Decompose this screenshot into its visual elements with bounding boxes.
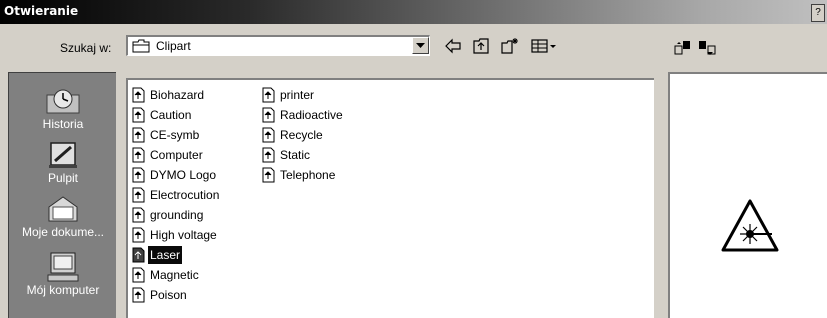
clipart-file-icon [132,167,145,183]
place-label: Historia [42,117,84,131]
place-history[interactable]: Historia [9,85,117,131]
clipart-file-icon [132,187,145,203]
folder-icon [132,39,150,53]
file-item-high-voltage[interactable]: High voltage [130,226,219,244]
preview-pane [668,72,827,318]
clipart-file-icon [262,107,275,123]
place-desktop[interactable]: Pulpit [9,139,117,185]
window-title: Otwieranie [4,4,79,18]
history-icon [46,89,80,114]
clipart-file-icon [262,147,275,163]
back-icon[interactable] [444,37,462,55]
file-item-static[interactable]: Static [260,146,312,164]
clipart-file-icon [262,167,275,183]
title-bar: Otwieranie ? [0,0,827,24]
desktop-icon [49,142,77,168]
place-label: Pulpit [47,171,79,185]
clipart-file-icon [132,87,145,103]
file-item-caution[interactable]: Caution [130,106,193,124]
place-label: Moje dokume... [21,225,105,239]
file-item-printer[interactable]: printer [260,86,316,104]
new-folder-icon[interactable] [500,37,520,55]
file-item-biohazard[interactable]: Biohazard [130,86,206,104]
up-folder-icon[interactable] [472,37,490,55]
dropdown-arrow-button[interactable] [412,37,429,54]
places-bar: Historia Pulpit Moje dokume... Mój kompu… [8,72,116,318]
file-item-telephone[interactable]: Telephone [260,166,337,184]
my-computer-icon [47,252,79,282]
place-my-computer[interactable]: Mój komputer [9,251,117,297]
clipart-file-icon [132,207,145,223]
laser-warning-icon [721,199,779,252]
place-my-documents[interactable]: Moje dokume... [9,193,117,239]
clipart-file-icon [132,127,145,143]
clipart-file-icon [132,267,145,283]
file-item-electrocution[interactable]: Electrocution [130,186,221,204]
file-item-radioactive[interactable]: Radioactive [260,106,345,124]
file-item-recycle[interactable]: Recycle [260,126,325,144]
clipart-file-icon [262,127,275,143]
place-label: Mój komputer [26,283,100,297]
clipart-file-icon [132,107,145,123]
lookin-value: Clipart [156,39,191,53]
file-item-dymo-logo[interactable]: DYMO Logo [130,166,218,184]
file-item-grounding[interactable]: grounding [130,206,205,224]
clipart-file-icon [132,247,145,263]
lookin-label: Szukaj w: [60,41,112,55]
clipart-file-icon [132,227,145,243]
file-item-magnetic[interactable]: Magnetic [130,266,201,284]
lookin-combo[interactable]: Clipart [126,35,430,56]
chevron-down-icon [416,43,425,48]
help-button[interactable]: ? [811,4,825,22]
my-documents-icon [48,196,78,222]
file-item-laser[interactable]: Laser [130,246,183,264]
file-list[interactable]: Biohazard Caution CE-symb Computer DYMO … [126,78,654,318]
view-menu-icon[interactable] [530,37,558,55]
file-item-computer[interactable]: Computer [130,146,205,164]
export-icon[interactable] [698,40,718,56]
file-item-ce-symb[interactable]: CE-symb [130,126,201,144]
clipart-file-icon [262,87,275,103]
clipart-file-icon [132,147,145,163]
clipart-file-icon [132,287,145,303]
file-item-poison[interactable]: Poison [130,286,189,304]
import-icon[interactable] [674,40,692,56]
